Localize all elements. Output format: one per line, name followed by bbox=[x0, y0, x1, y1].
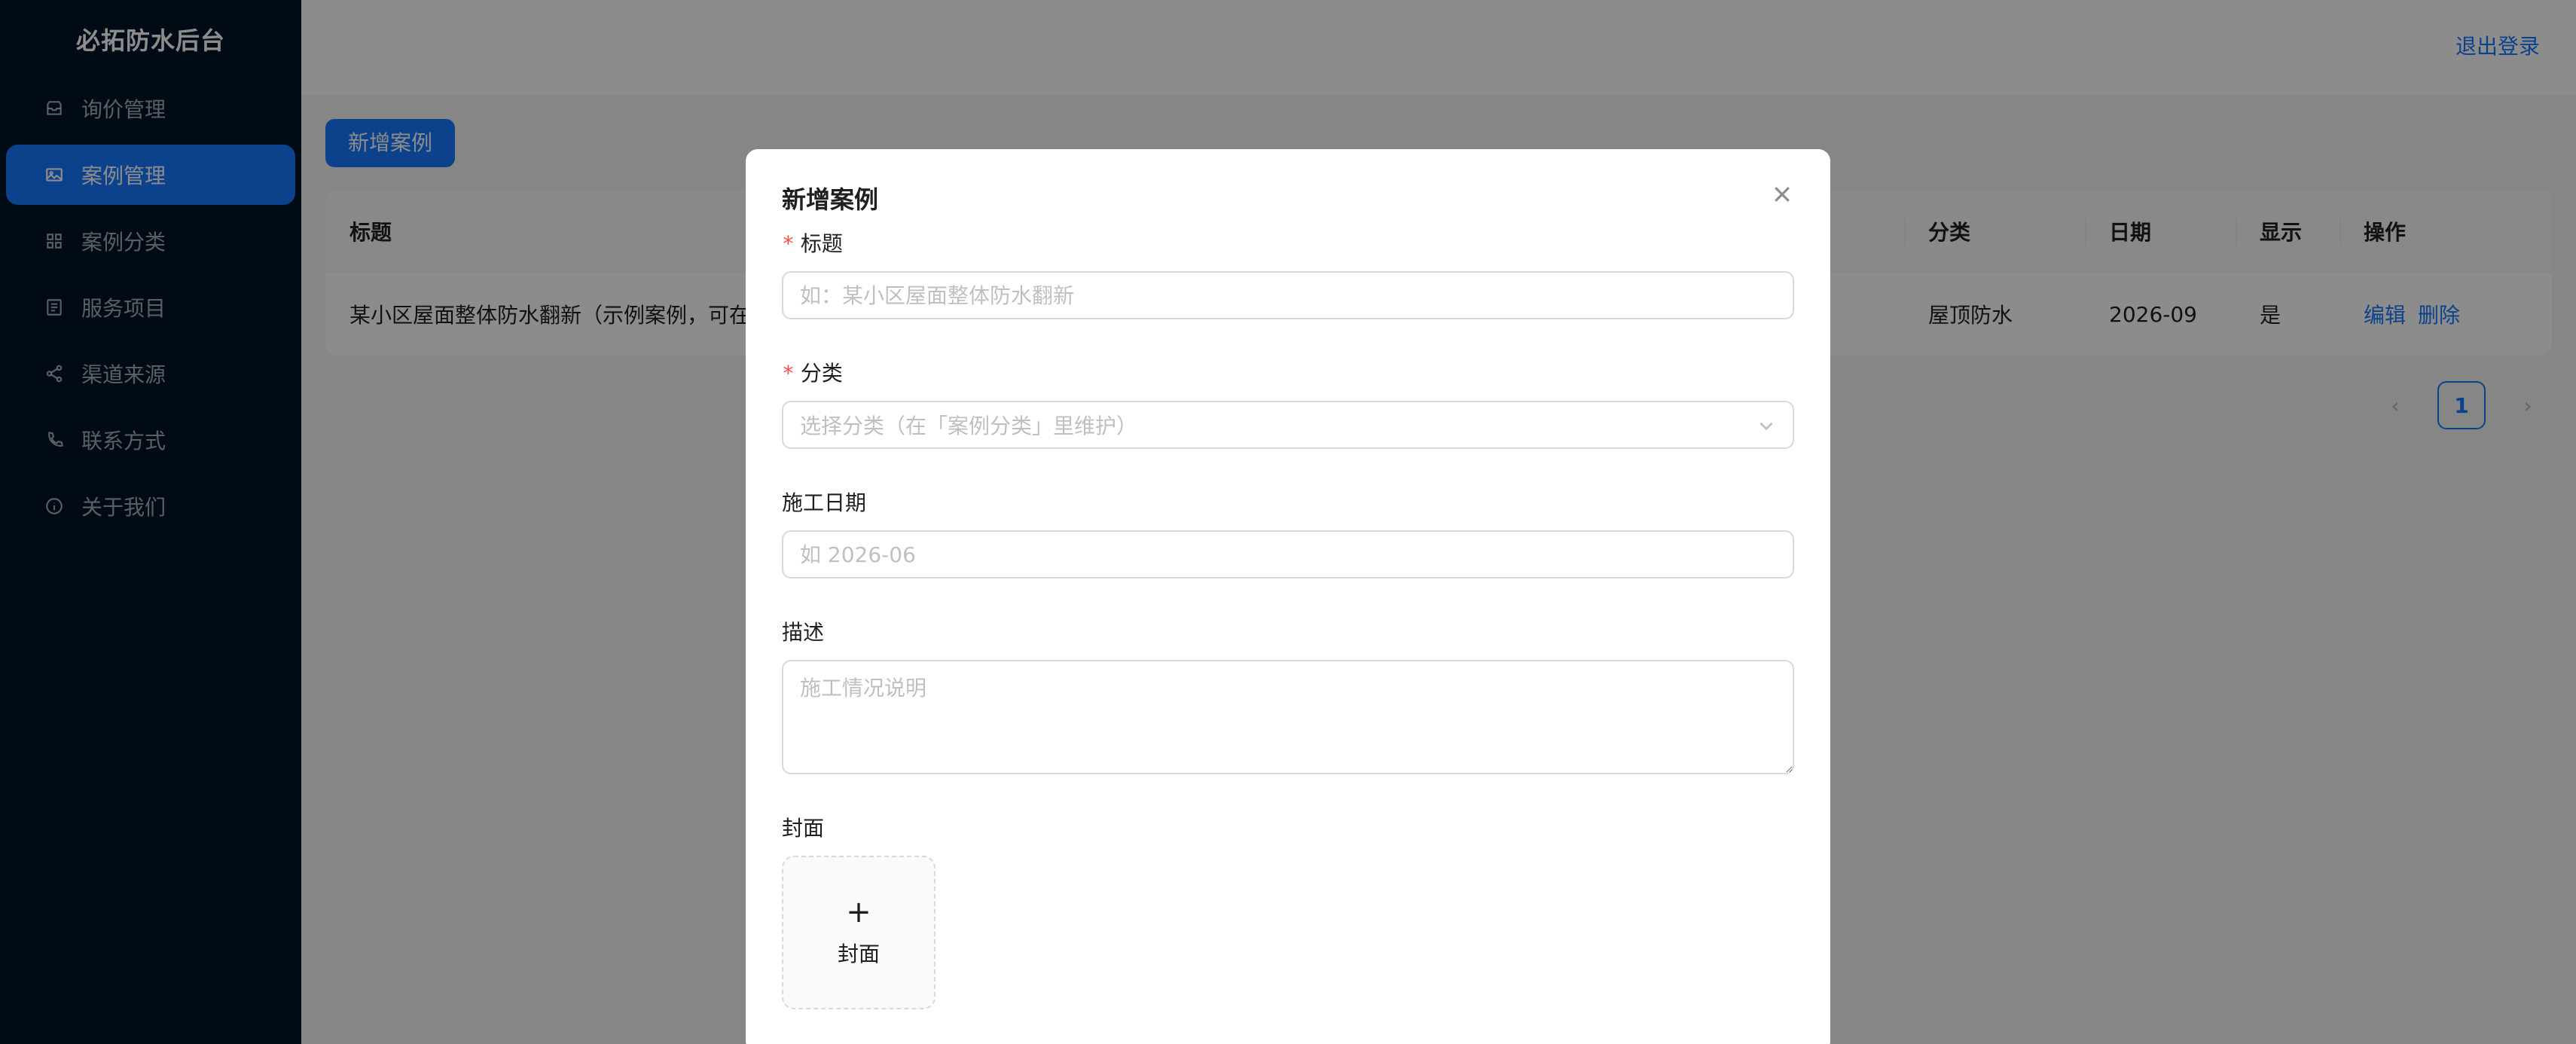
cover-label: 封面 bbox=[782, 816, 825, 841]
category-placeholder: 选择分类（在「案例分类」里维护） bbox=[800, 414, 1138, 438]
chevron-down-icon bbox=[1757, 416, 1776, 435]
category-label-text: 分类 bbox=[800, 361, 843, 386]
description-textarea[interactable] bbox=[782, 660, 1794, 774]
plus-icon: + bbox=[846, 895, 871, 930]
category-select[interactable]: 选择分类（在「案例分类」里维护） bbox=[782, 401, 1794, 449]
title-input[interactable] bbox=[782, 271, 1794, 319]
title-label-text: 标题 bbox=[800, 231, 843, 256]
add-case-modal: 新增案例 *标题 *分类 选择分类（在「案例分类」里维护） 施工日期 描述 封面… bbox=[746, 149, 1830, 1044]
title-label: * 标题 bbox=[782, 227, 843, 258]
modal-title: 新增案例 bbox=[782, 185, 879, 214]
close-icon[interactable] bbox=[1764, 176, 1800, 212]
description-label: 描述 bbox=[782, 620, 825, 645]
date-label: 施工日期 bbox=[782, 490, 867, 515]
upload-label: 封面 bbox=[837, 942, 880, 966]
date-input[interactable] bbox=[782, 530, 1794, 578]
required-mark: * bbox=[782, 361, 795, 386]
required-mark: * bbox=[782, 231, 795, 256]
cover-upload-button[interactable]: + 封面 bbox=[782, 856, 935, 1009]
category-label: * 分类 bbox=[782, 357, 843, 387]
